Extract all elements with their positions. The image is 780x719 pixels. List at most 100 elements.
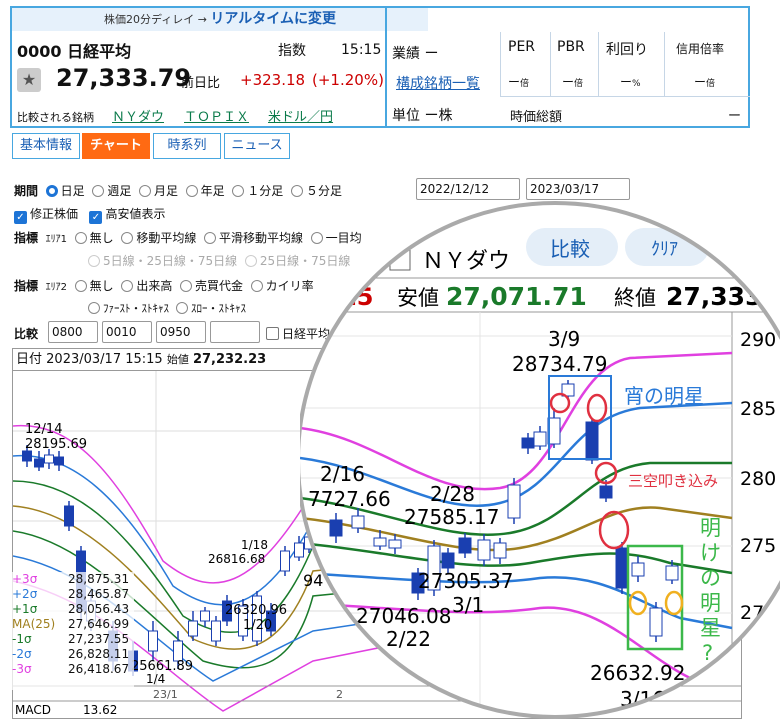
- date-from-input[interactable]: 2022/12/12: [416, 178, 520, 200]
- candle-body: [173, 640, 183, 662]
- period-1min[interactable]: １分足: [232, 184, 283, 198]
- candle-body: [493, 542, 507, 559]
- zoom-label-222-value: 27046.08: [356, 604, 451, 628]
- compare-link-topix[interactable]: ＴＯＰＩＸ: [184, 106, 249, 125]
- label-118-value: 26816.68: [208, 552, 265, 566]
- date-to-input[interactable]: 2023/03/17: [526, 178, 630, 200]
- zoom-label-31: 3/1: [452, 593, 484, 617]
- candle-body: [22, 450, 32, 462]
- area1-none[interactable]: 無し: [74, 231, 114, 245]
- period-daily[interactable]: 日足: [45, 184, 85, 198]
- morning-star-char-4: 明: [700, 591, 721, 615]
- label-1214-value: 28195.69: [25, 437, 87, 452]
- pbr-value: ー: [562, 75, 575, 89]
- favorite-star-icon[interactable]: ★: [17, 68, 41, 92]
- zoom-close-value: 27,333.: [666, 282, 772, 311]
- label-14: 1/4: [146, 672, 165, 686]
- candle-body: [34, 458, 44, 468]
- svg-text:ｸﾘｱ: ｸﾘｱ: [651, 239, 678, 260]
- margin-ratio-label: 信用倍率: [676, 42, 725, 56]
- zoom-y-270: 270: [740, 602, 776, 624]
- label-118: 1/18: [241, 538, 268, 552]
- candle-body: [533, 431, 547, 447]
- candle-body: [148, 630, 158, 652]
- zoom-y-285: 285: [740, 398, 776, 420]
- morning-star-char-5: 星: [700, 616, 721, 640]
- legend-plus1: +1σ 28,056.43: [12, 602, 130, 616]
- adjusted-price-checkbox[interactable]: ✓ 修正株価: [14, 207, 78, 224]
- zoom-label-31-value: 27305.37: [418, 569, 513, 593]
- compare-link-nydow[interactable]: ＮＹダウ: [112, 106, 164, 125]
- period-yearly[interactable]: 年足: [185, 184, 225, 198]
- period-5min[interactable]: ５分足: [290, 184, 342, 198]
- label-120: 1/20: [243, 618, 272, 633]
- period-weekly[interactable]: 週足: [92, 184, 131, 198]
- candle-body: [441, 552, 455, 569]
- highlow-checkbox[interactable]: ✓ 高安値表示: [89, 207, 165, 224]
- market-cap-label: 時価総額: [510, 110, 563, 125]
- candle-body: [188, 620, 198, 637]
- candle-body: [615, 547, 629, 589]
- compare-code-3[interactable]: 0950: [156, 321, 206, 343]
- change-label: 前日比: [181, 76, 221, 91]
- zoom-y-290: 290: [740, 329, 776, 351]
- area2-fast-stoch[interactable]: ﾌｧｰｽﾄ・ｽﾄｷｬｽ: [88, 302, 169, 315]
- yield-value: ー: [620, 75, 633, 89]
- area1-sma[interactable]: 平滑移動平均線: [203, 231, 303, 245]
- compare-code-1[interactable]: 0800: [48, 321, 98, 343]
- candle-body: [458, 537, 472, 554]
- candle-body: [477, 539, 491, 561]
- x-tick-jan: 23/1: [153, 688, 178, 701]
- legend-plus3: +3σ 28,875.31: [12, 572, 130, 586]
- svg-text:比較: 比較: [550, 237, 590, 261]
- area2-slow-stoch[interactable]: ｽﾛｰ・ｽﾄｷｬｽ: [176, 302, 246, 315]
- tab-basic-info[interactable]: 基本情報: [12, 133, 80, 159]
- compare-label: 比較される銘柄: [17, 111, 94, 124]
- period-monthly[interactable]: 月足: [138, 184, 178, 198]
- label-1214: 12/14: [25, 422, 62, 437]
- legend-ma25: MA(25) 27,646.99: [12, 617, 130, 631]
- zoom-y-280: 280: [740, 468, 776, 490]
- area1-sub-5-25-75[interactable]: 5日線・25日線・75日線: [88, 254, 237, 268]
- change-value: +323.18: [240, 71, 306, 89]
- index-label: 指数: [278, 43, 306, 59]
- candle-body: [507, 484, 521, 519]
- compare-code-2[interactable]: 0010: [102, 321, 152, 343]
- zoom-low-label: 安値: [397, 286, 439, 310]
- candle-body: [373, 537, 387, 547]
- zoom-low-value: 27,071.71: [446, 282, 587, 311]
- period-row: 期間 日足 週足 月足 年足 １分足 ５分足: [14, 184, 342, 198]
- tab-timeseries[interactable]: 時系列: [153, 133, 221, 159]
- tab-news[interactable]: ニュース: [224, 133, 290, 159]
- label-120-value: 26320.96: [225, 603, 287, 618]
- candle-body: [44, 454, 54, 464]
- bollinger-legend: +3σ 28,875.31 +2σ 28,465.87 +1σ 28,056.43 M…: [12, 572, 134, 690]
- area1-ma[interactable]: 移動平均線: [121, 231, 196, 245]
- legend-minus2: -2σ 26,828.11: [12, 647, 130, 661]
- tab-chart[interactable]: チャート: [82, 133, 150, 159]
- area2-turnover[interactable]: 売買代金: [179, 279, 243, 293]
- macd-value: 13.62: [83, 703, 117, 717]
- candle-body: [211, 620, 221, 642]
- candle-body: [585, 421, 599, 461]
- pbr-label: PBR: [557, 39, 585, 55]
- candle-body: [599, 485, 613, 499]
- components-link[interactable]: 構成銘柄一覧: [396, 73, 480, 93]
- realtime-link[interactable]: リアルタイムに変更: [210, 11, 336, 27]
- compare-code-4[interactable]: [210, 321, 260, 343]
- chart-open-value: 27,232.23: [192, 352, 267, 367]
- zoom-label-39: 3/9: [548, 327, 580, 351]
- area2-volume[interactable]: 出来高: [121, 279, 172, 293]
- gyoseki: 業績 ー: [392, 46, 439, 62]
- zoom-close-label: 終値: [614, 286, 656, 310]
- area2-none[interactable]: 無し: [74, 279, 114, 293]
- per-label: PER: [508, 39, 536, 55]
- zoom-label-39-value: 28734.79: [512, 352, 607, 376]
- candle-body: [649, 607, 663, 637]
- price-time: 15:15: [341, 42, 382, 58]
- legend-minus3: -3σ 26,418.67: [12, 662, 130, 676]
- zoom-label-216: 2/16: [320, 462, 365, 486]
- chart-datetime: 2023/03/17 15:15: [46, 352, 163, 367]
- zoom-label-216-value: 7727.66: [308, 487, 391, 511]
- compare-link-usdjpy[interactable]: 米ドル／円: [268, 106, 333, 125]
